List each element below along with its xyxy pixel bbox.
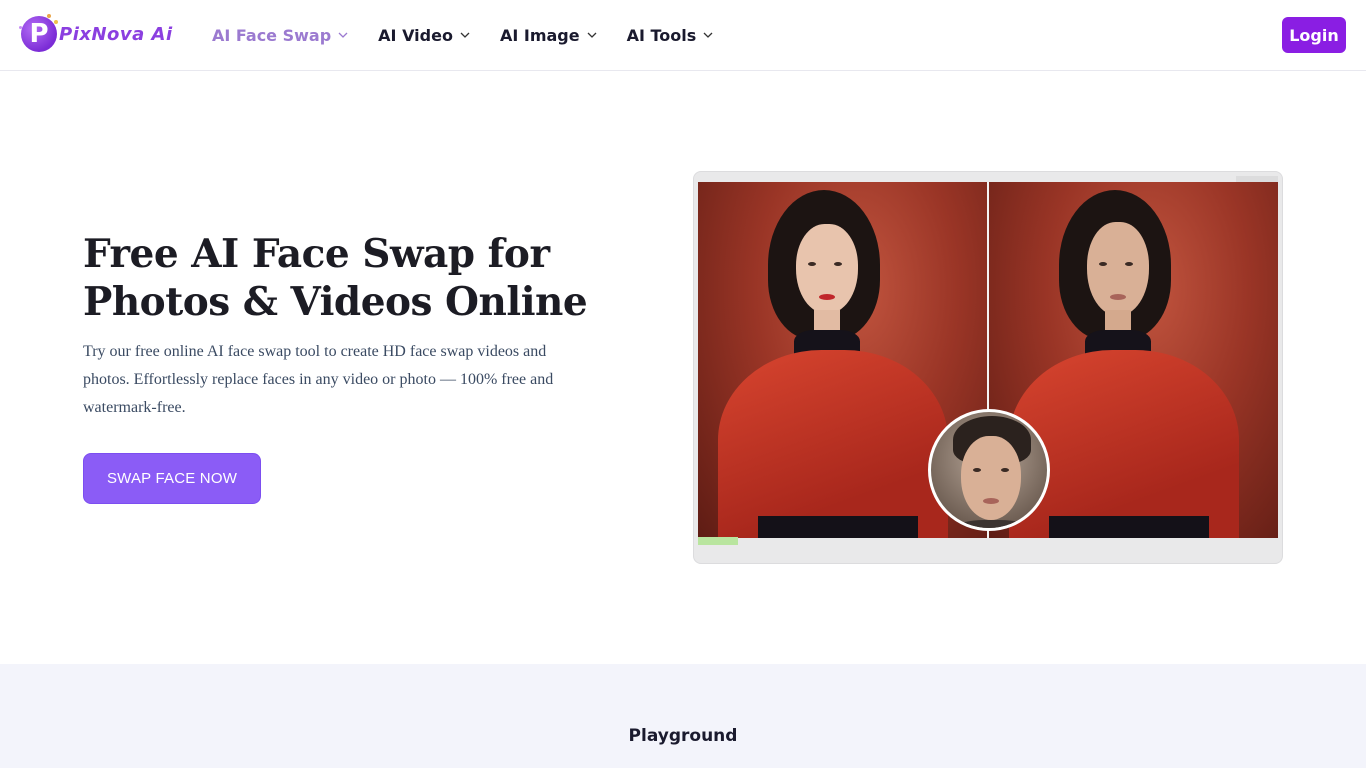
logo-text: PixNova Ai xyxy=(59,23,173,45)
face-swap-preview xyxy=(693,171,1283,564)
panel-accent-bar xyxy=(698,537,738,545)
logo-letter: P xyxy=(29,19,49,49)
nav-ai-video[interactable]: AI Video xyxy=(378,26,470,45)
nav-ai-face-swap[interactable]: AI Face Swap xyxy=(212,26,348,45)
main-nav: AI Face Swap AI Video AI Image AI Tools xyxy=(212,22,743,48)
playground-section: Playground xyxy=(0,664,1366,768)
nav-label: AI Video xyxy=(378,25,453,45)
chevron-down-icon xyxy=(338,30,348,40)
logo-icon: P xyxy=(19,14,58,52)
source-face-avatar xyxy=(928,409,1050,531)
swap-face-now-button[interactable]: SWAP FACE NOW xyxy=(83,453,261,504)
site-header: P PixNova Ai AI Face Swap AI Video AI Im… xyxy=(0,0,1366,71)
nav-label: AI Tools xyxy=(626,25,697,45)
hero-title: Free AI Face Swap for Photos & Videos On… xyxy=(83,231,588,325)
nav-label: AI Face Swap xyxy=(212,25,332,45)
section-title: Playground xyxy=(628,726,738,746)
chevron-down-icon xyxy=(460,30,470,40)
nav-ai-tools[interactable]: AI Tools xyxy=(627,26,714,45)
chevron-down-icon xyxy=(587,30,597,40)
brand-logo[interactable]: P PixNova Ai xyxy=(19,14,173,53)
nav-label: AI Image xyxy=(499,25,580,45)
nav-ai-image[interactable]: AI Image xyxy=(500,26,597,45)
login-button[interactable]: Login xyxy=(1282,17,1346,53)
chevron-down-icon xyxy=(703,30,713,40)
hero-description: Try our free online AI face swap tool to… xyxy=(83,343,554,416)
